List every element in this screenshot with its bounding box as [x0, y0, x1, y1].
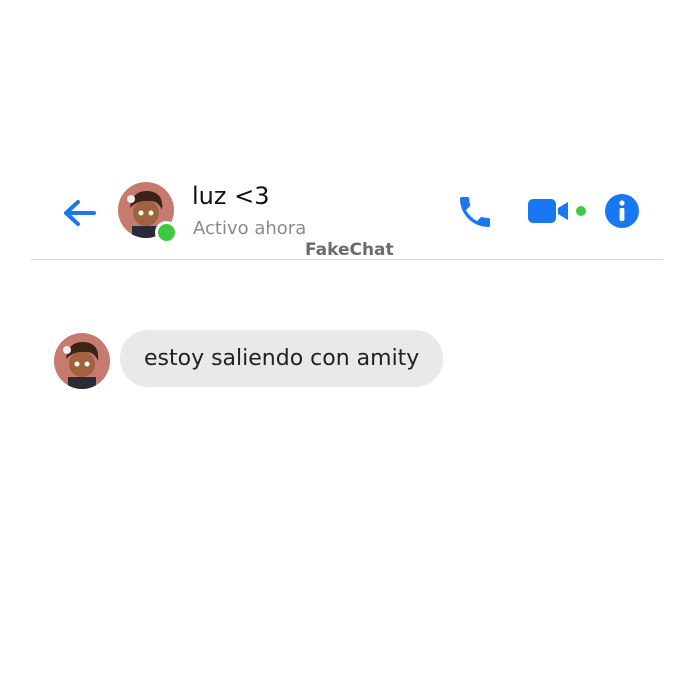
avatar-image: [54, 333, 110, 389]
watermark: FakeChat: [305, 240, 394, 260]
online-indicator: [155, 221, 178, 244]
chat-header: luz <3 Activo ahora FakeChat: [0, 176, 680, 260]
contact-status: Activo ahora: [193, 218, 307, 239]
arrow-left-icon: [64, 200, 96, 226]
message-bubble[interactable]: estoy saliendo con amity: [120, 330, 444, 387]
back-button[interactable]: [58, 191, 102, 235]
video-camera-icon: [528, 199, 568, 223]
info-icon: [605, 194, 639, 228]
phone-icon: [460, 197, 490, 227]
contact-name[interactable]: luz <3: [192, 182, 269, 210]
video-call-button[interactable]: [526, 196, 574, 226]
call-button[interactable]: [455, 192, 495, 232]
header-divider: [31, 259, 663, 260]
message-avatar[interactable]: [54, 333, 110, 389]
info-button[interactable]: [604, 193, 640, 229]
video-active-dot: [576, 206, 586, 216]
